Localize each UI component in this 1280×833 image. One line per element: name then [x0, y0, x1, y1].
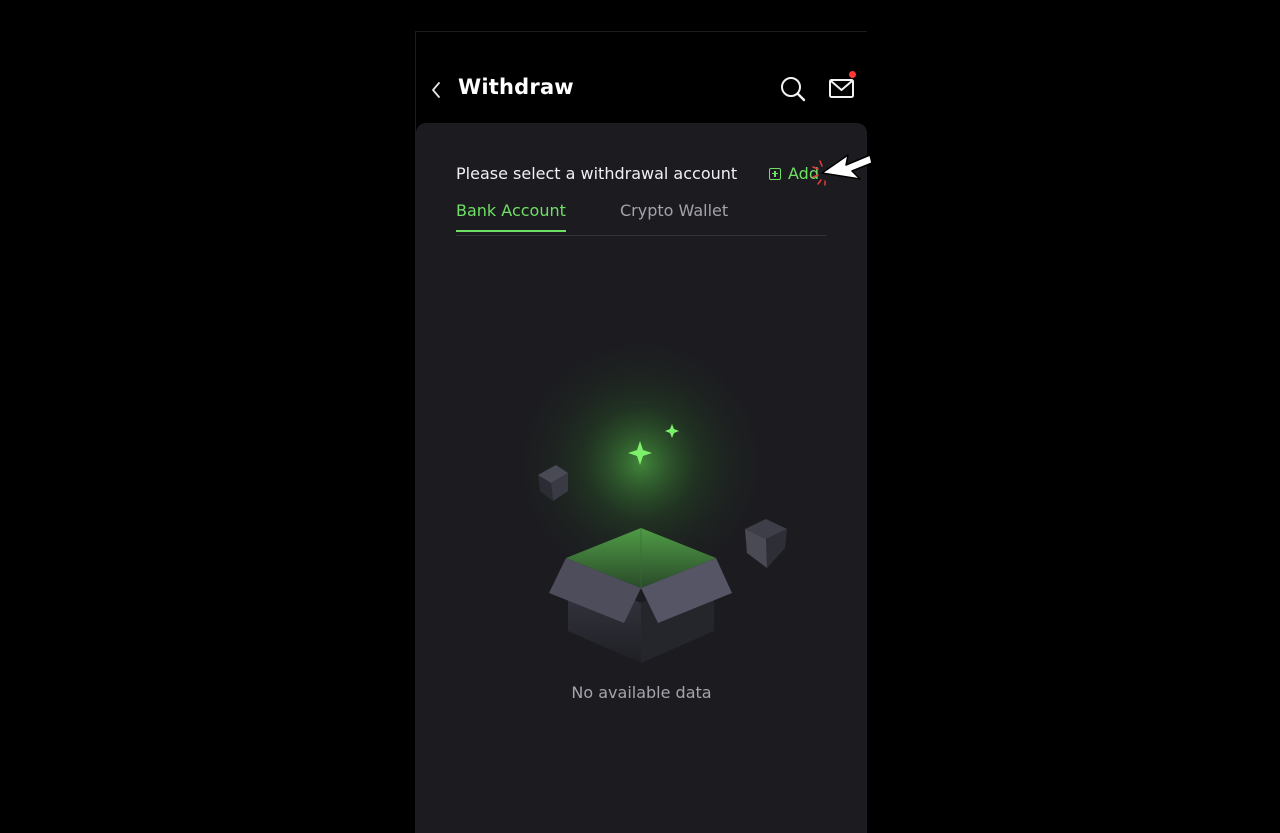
tab-bank-account[interactable]: Bank Account [456, 201, 566, 232]
account-select-row: Please select a withdrawal account Add [456, 164, 837, 186]
mail-icon [829, 79, 854, 98]
top-bar: Withdraw [416, 32, 867, 122]
search-button[interactable] [778, 74, 808, 104]
messages-button[interactable] [827, 71, 857, 104]
notification-dot [849, 71, 856, 78]
back-arrow-icon [432, 82, 440, 98]
search-icon [781, 77, 806, 102]
back-button[interactable] [428, 78, 444, 102]
empty-box-icon [511, 333, 787, 663]
page-title: Withdraw [458, 75, 574, 99]
select-account-label: Please select a withdrawal account [456, 164, 738, 183]
pointer-cursor-icon [812, 154, 873, 186]
empty-state-message: No available data [571, 683, 712, 702]
account-type-tabs: Bank Account Crypto Wallet [456, 197, 826, 236]
withdraw-panel: Please select a withdrawal account Add B… [416, 123, 867, 833]
tab-crypto-wallet[interactable]: Crypto Wallet [620, 201, 728, 230]
plus-square-icon [769, 167, 781, 180]
